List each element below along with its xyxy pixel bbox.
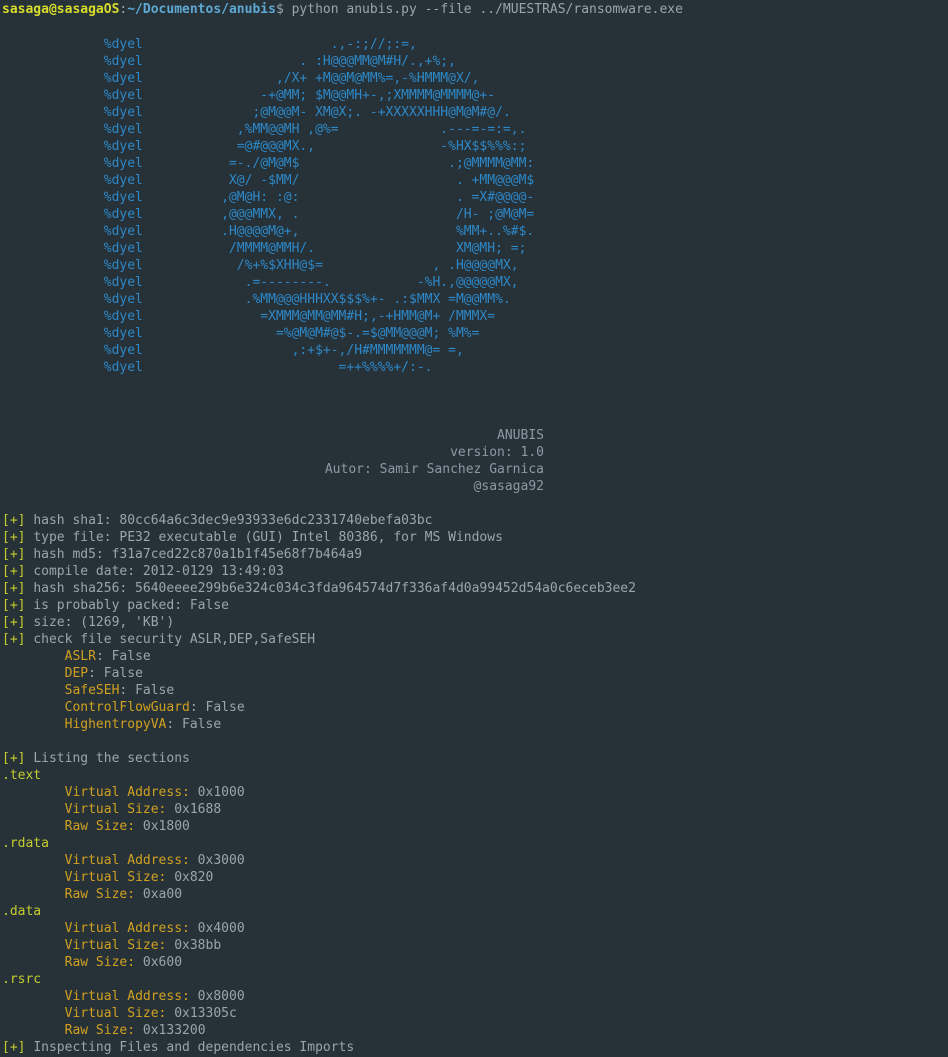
section-raw-size: Raw Size: 0x1800: [64, 819, 190, 834]
security-aslr: ASLR: False: [64, 649, 151, 664]
info-line-packed: [+] is probably packed: False: [2, 598, 229, 613]
ascii-art-line: %dyel . :H@@@MM@M#H/.,+%;,: [103, 54, 456, 69]
ascii-art-line: %dyel .H@@@@M@+, %MM+..%#$.: [103, 224, 535, 239]
ascii-art-line: %dyel .=--------. -%H.,@@@@@MX,: [103, 275, 519, 290]
section-virtual-address: Virtual Address: 0x8000: [64, 989, 245, 1004]
section-name: .data: [2, 904, 42, 919]
ascii-art-line: %dyel X@/ -$MM/ . +MM@@@M$: [103, 173, 535, 188]
section-virtual-size: Virtual Size: 0x38bb: [64, 938, 222, 953]
ascii-art-line: %dyel ,:+$+-,/H#MMMMMMM@= =,: [103, 343, 464, 358]
ascii-art-line: %dyel -+@MM; $M@@MH+-,;XMMMM@MMMM@+-: [103, 88, 496, 103]
prompt-path: ~/Documentos/anubis: [127, 2, 276, 17]
terminal-window[interactable]: sasaga@sasagaOS:~/Documentos/anubis$ pyt…: [0, 0, 948, 1057]
section-virtual-size: Virtual Size: 0x820: [64, 870, 214, 885]
banner-handle: @sasaga92: [473, 479, 544, 494]
info-line-size: [+] size: (1269, 'KB'): [2, 615, 175, 630]
ascii-art-line: %dyel ;@M@@M- XM@X;. -+XXXXXHHH@M@M#@/.: [103, 105, 511, 120]
security-safeseh: SafeSEH: False: [64, 683, 175, 698]
section-raw-size: Raw Size: 0x133200: [64, 1023, 206, 1038]
prompt-command: python anubis.py --file ../MUESTRAS/rans…: [291, 2, 683, 17]
ascii-art-line: %dyel =++%%%%+/:-.: [103, 360, 433, 375]
section-virtual-address: Virtual Address: 0x1000: [64, 785, 245, 800]
section-name: .rsrc: [2, 972, 42, 987]
section-virtual-address: Virtual Address: 0x3000: [64, 853, 245, 868]
section-virtual-size: Virtual Size: 0x1688: [64, 802, 222, 817]
ascii-art-line: %dyel /%+%$XHH@$= , .H@@@@MX,: [103, 258, 519, 273]
info-line-md5: [+] hash md5: f31a7ced22c870a1b1f45e68f7…: [2, 547, 363, 562]
ascii-art-line: %dyel ,@@@MMX, . /H- ;@M@M=: [103, 207, 535, 222]
ascii-art-line: %dyel ,@M@H: :@: . =X#@@@@-: [103, 190, 535, 205]
info-line-compile-date: [+] compile date: 2012-0129 13:49:03: [2, 564, 284, 579]
info-line-sha256: [+] hash sha256: 5640eeee299b6e324c034c3…: [2, 581, 636, 596]
section-virtual-address: Virtual Address: 0x4000: [64, 921, 245, 936]
banner-author: Autor: Samir Sanchez Garnica: [324, 462, 544, 477]
ascii-art-line: %dyel .,-:;//;:=,: [103, 37, 417, 52]
ascii-art-line: %dyel /MMMM@MMH/. XM@MH; =;: [103, 241, 527, 256]
command-prompt-line: sasaga@sasagaOS:~/Documentos/anubis$ pyt…: [2, 1, 683, 18]
ascii-art-line: %dyel =@#@@@MX., -%HX$$%%%:;: [103, 139, 527, 154]
ascii-art-line: %dyel =XMMM@MM@MM#H;,-+HMM@M+ /MMMX=: [103, 309, 496, 324]
ascii-art-line: %dyel ,/X+ +M@@M@MM%=,-%HMMM@X/,: [103, 71, 480, 86]
imports-header: [+] Inspecting Files and dependencies Im…: [2, 1040, 355, 1055]
info-line-sha1: [+] hash sha1: 80cc64a6c3dec9e93933e6dc2…: [2, 513, 433, 528]
security-cfg: ControlFlowGuard: False: [64, 700, 245, 715]
section-raw-size: Raw Size: 0xa00: [64, 887, 183, 902]
section-name: .text: [2, 768, 42, 783]
info-line-type: [+] type file: PE32 executable (GUI) Int…: [2, 530, 503, 545]
banner-version: version: 1.0: [450, 445, 544, 460]
sections-header: [+] Listing the sections: [2, 751, 190, 766]
ascii-art-line: %dyel =%@M@M#@$-.=$@MM@@@M; %M%=: [103, 326, 480, 341]
ascii-art-line: %dyel =-./@M@M$ .;@MMMM@MM:: [103, 156, 535, 171]
ascii-art-line: %dyel .%MM@@@HHHXX$$$%+- .:$MMX =M@@MM%.: [103, 292, 511, 307]
banner-name: ANUBIS: [497, 428, 544, 443]
security-dep: DEP: False: [64, 666, 143, 681]
security-highentropyva: HighentropyVA: False: [64, 717, 222, 732]
section-raw-size: Raw Size: 0x600: [64, 955, 183, 970]
section-virtual-size: Virtual Size: 0x13305c: [64, 1006, 237, 1021]
section-name: .rdata: [2, 836, 49, 851]
prompt-symbol: $: [275, 2, 284, 17]
info-line-security-check: [+] check file security ASLR,DEP,SafeSEH: [2, 632, 316, 647]
prompt-user: sasaga@sasagaOS: [2, 2, 120, 17]
ascii-art-line: %dyel ,%MM@@MH ,@%= .---=-=:=,.: [103, 122, 527, 137]
